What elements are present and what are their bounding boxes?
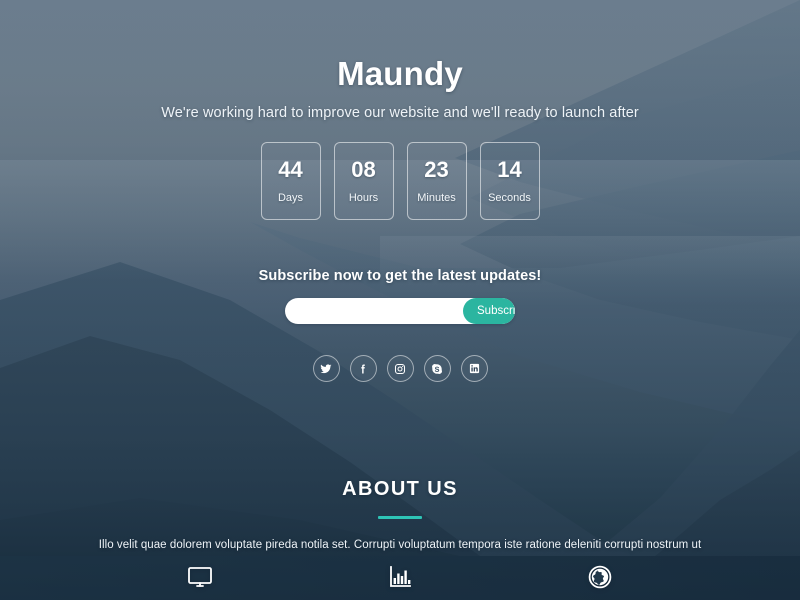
subscribe-email-input[interactable]	[285, 298, 463, 324]
subscribe-button[interactable]: Subscribe	[463, 298, 515, 324]
social-link-skype[interactable]	[423, 355, 451, 382]
countdown-unit-hours: 08 Hours	[333, 142, 394, 220]
twitter-icon	[320, 363, 332, 375]
desktop-icon	[187, 565, 213, 589]
subscribe-form: Subscribe	[285, 298, 515, 324]
instagram-icon	[394, 363, 406, 375]
globe-icon	[588, 565, 612, 589]
feature-icons-row	[0, 560, 800, 594]
hero-tagline: We're working hard to improve our websit…	[161, 105, 639, 122]
page-title: Maundy	[337, 55, 463, 92]
bar-chart-icon	[388, 565, 412, 589]
linkedin-icon	[469, 363, 480, 374]
skype-icon	[431, 363, 443, 375]
countdown-seconds-label: Seconds	[488, 191, 531, 204]
about-title: ABOUT US	[342, 478, 458, 500]
countdown-unit-minutes: 23 Minutes	[406, 142, 467, 220]
social-link-linkedin[interactable]	[460, 355, 488, 382]
countdown-minutes-label: Minutes	[417, 191, 456, 204]
countdown-hours-label: Hours	[348, 191, 379, 204]
social-link-facebook[interactable]	[349, 355, 377, 382]
countdown-days-value: 44	[278, 156, 303, 182]
hero-section: Maundy We're working hard to improve our…	[0, 0, 800, 121]
facebook-icon	[357, 363, 369, 375]
social-links	[0, 355, 800, 382]
countdown-hours-value: 08	[351, 156, 376, 182]
countdown-minutes-value: 23	[424, 156, 449, 182]
feature-analytics[interactable]	[380, 560, 420, 594]
countdown-timer: 44 Days 08 Hours 23 Minutes 14 Seconds	[0, 142, 800, 220]
countdown-unit-days: 44 Days	[260, 142, 321, 220]
about-text: Illo velit quae dolorem voluptate pireda…	[98, 539, 702, 551]
feature-global[interactable]	[580, 560, 620, 594]
countdown-days-label: Days	[277, 191, 304, 204]
social-link-instagram[interactable]	[386, 355, 414, 382]
about-section: ABOUT US Illo velit quae dolorem volupta…	[0, 478, 800, 551]
social-link-twitter[interactable]	[312, 355, 340, 382]
about-divider	[378, 516, 422, 519]
feature-desktop[interactable]	[180, 560, 220, 594]
countdown-seconds-value: 14	[497, 156, 522, 182]
countdown-unit-seconds: 14 Seconds	[479, 142, 540, 220]
subscribe-heading: Subscribe now to get the latest updates!	[258, 268, 542, 284]
subscribe-section: Subscribe now to get the latest updates!…	[0, 268, 800, 324]
